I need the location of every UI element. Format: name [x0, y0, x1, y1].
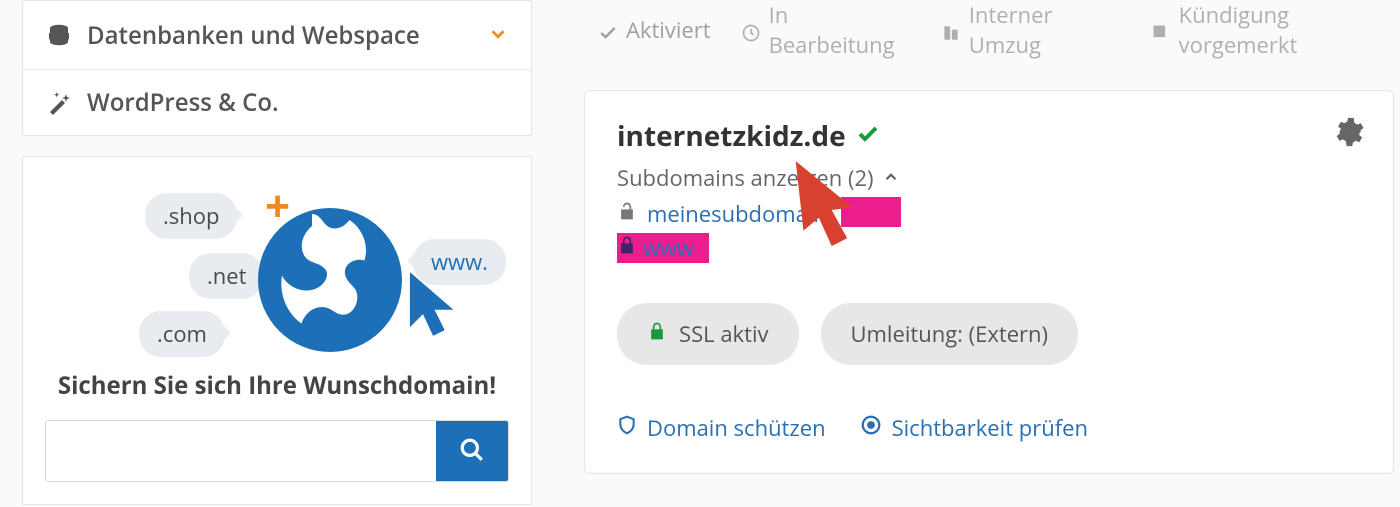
subdomain-row: www [617, 233, 1361, 263]
unlock-icon [617, 199, 637, 229]
protect-domain-link[interactable]: Domain schützen [617, 413, 826, 443]
ssl-badge-label: SSL aktiv [679, 319, 769, 349]
status-filter-cancel-queued[interactable]: Kündigung vorgemerkt [1151, 0, 1400, 60]
gear-icon [1331, 132, 1365, 154]
promo-headline: Sichern Sie sich Ihre Wunschdomain! [45, 369, 509, 402]
check-icon [856, 117, 880, 155]
status-filter-activated[interactable]: Aktiviert [598, 15, 711, 45]
sidebar: Datenbanken und Webspace WordPress & Co.… [22, 0, 532, 505]
shield-icon [617, 413, 637, 443]
main-area: Aktiviert In Bearbeitung Interner Umzug … [560, 0, 1400, 474]
nav-item-label: WordPress & Co. [87, 86, 509, 119]
visibility-link[interactable]: Sichtbarkeit prüfen [860, 413, 1088, 443]
chevron-up-icon [882, 163, 900, 193]
ssl-badge[interactable]: SSL aktiv [617, 303, 799, 365]
chevron-down-icon [487, 17, 509, 53]
redirect-badge[interactable]: Umleitung: (Extern) [821, 303, 1079, 365]
status-filter-label: Interner Umzug [969, 0, 1121, 60]
subdomain-toggle-label: Subdomains anzeigen (2) [617, 163, 874, 193]
magic-wand-icon [45, 91, 73, 115]
eye-icon [860, 413, 882, 443]
tld-badge-net: .net [189, 253, 264, 299]
check-icon [598, 20, 618, 40]
status-filter-label: Kündigung vorgemerkt [1179, 0, 1400, 60]
domain-title-row: internetzkidz.de [617, 117, 1361, 155]
nav-item-wordpress[interactable]: WordPress & Co. [23, 69, 531, 135]
subdomain-link[interactable]: meinesubdomain [647, 199, 827, 229]
redirect-badge-label: Umleitung: (Extern) [851, 319, 1049, 349]
flag-icon [1151, 20, 1171, 40]
nav-item-label: Datenbanken und Webspace [87, 19, 487, 52]
domain-name: internetzkidz.de [617, 117, 846, 155]
subdomain-link[interactable]: www [643, 233, 694, 263]
domain-promo-card: + .shop .net .com www. Sichern Sie sich … [22, 156, 532, 505]
nav-card: Datenbanken und Webspace WordPress & Co. [22, 0, 532, 136]
status-filter-label: Aktiviert [626, 15, 711, 45]
subdomain-list: meinesubdomain www [617, 199, 1361, 263]
status-filter-in-progress[interactable]: In Bearbeitung [741, 0, 911, 60]
status-filter-row: Aktiviert In Bearbeitung Interner Umzug … [560, 0, 1400, 68]
action-link-row: Domain schützen Sichtbarkeit prüfen [617, 413, 1361, 443]
status-filter-label: In Bearbeitung [769, 0, 911, 60]
visibility-label: Sichtbarkeit prüfen [892, 413, 1088, 443]
globe-icon [255, 205, 405, 355]
status-filter-internal-move[interactable]: Interner Umzug [941, 0, 1121, 60]
cursor-icon [407, 269, 465, 339]
domain-search-button[interactable] [436, 421, 508, 481]
subdomain-toggle[interactable]: Subdomains anzeigen (2) [617, 163, 1361, 193]
domain-search-row [45, 420, 509, 482]
clock-icon [741, 20, 761, 40]
building-icon [941, 20, 961, 40]
lock-icon [647, 319, 667, 349]
promo-illustration: + .shop .net .com www. [77, 179, 477, 359]
tld-badge-shop: .shop [145, 193, 237, 239]
search-icon [459, 437, 485, 466]
redaction-block [841, 197, 901, 227]
subdomain-row: meinesubdomain [617, 199, 1361, 229]
nav-item-databases[interactable]: Datenbanken und Webspace [23, 1, 531, 69]
badge-row: SSL aktiv Umleitung: (Extern) [617, 303, 1361, 365]
lock-icon [617, 233, 643, 263]
domain-settings-button[interactable] [1331, 115, 1365, 154]
domain-search-input[interactable] [46, 421, 436, 481]
tld-badge-com: .com [139, 311, 225, 357]
domain-card: internetzkidz.de Subdomains anzeigen (2)… [584, 90, 1394, 474]
database-icon [45, 23, 73, 47]
protect-domain-label: Domain schützen [647, 413, 826, 443]
